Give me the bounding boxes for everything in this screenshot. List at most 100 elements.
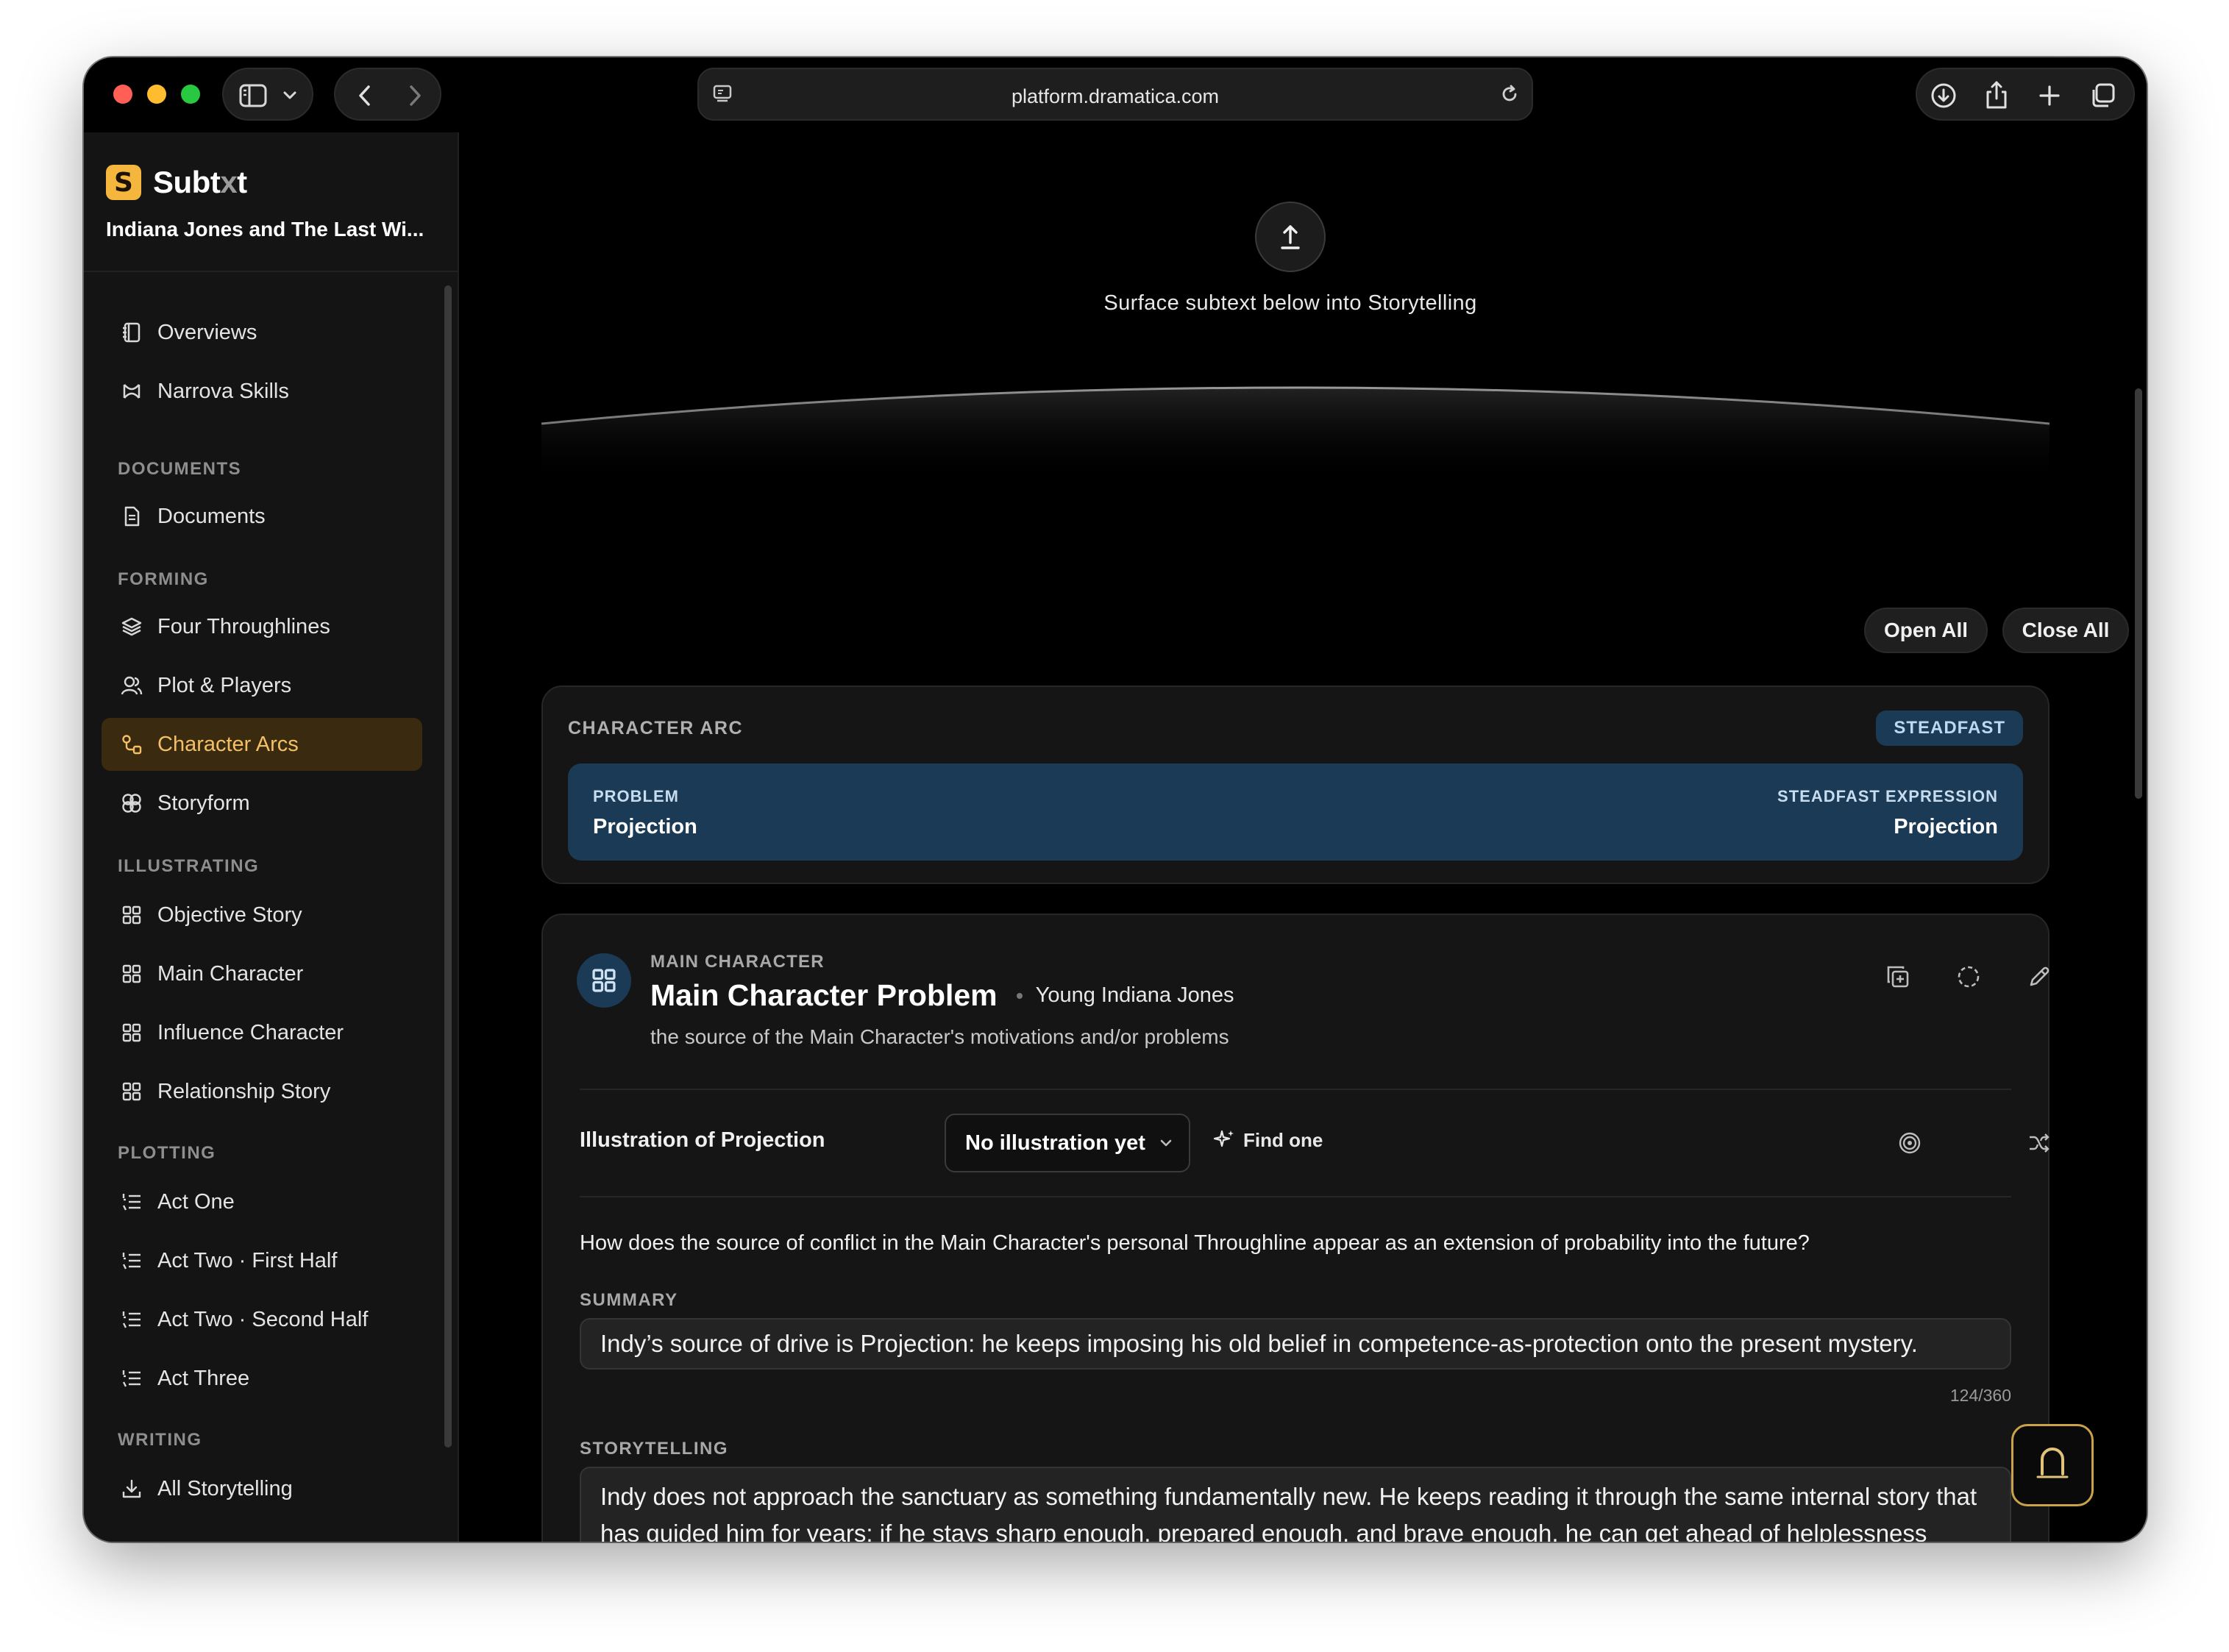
surface-subtext-button[interactable] <box>1255 202 1326 272</box>
summary-label: SUMMARY <box>580 1290 678 1310</box>
sidebar-item-act-two-second-half[interactable]: Act Two · Second Half <box>102 1293 422 1346</box>
new-tab-icon[interactable] <box>2035 81 2064 110</box>
browser-actions-group <box>1916 68 2135 121</box>
grid-icon <box>119 1079 144 1104</box>
skills-icon <box>119 379 144 404</box>
close-window-button[interactable] <box>113 85 132 104</box>
sidebar-item-label: Character Arcs <box>157 732 299 756</box>
sidebar-item-label: Act Three <box>157 1366 250 1390</box>
sidebar-item-four-throughlines[interactable]: Four Throughlines <box>102 600 422 653</box>
list-icon <box>119 1189 144 1214</box>
sidebar-item-narrova-skills[interactable]: Narrova Skills <box>102 365 422 418</box>
brand[interactable]: S Subtxt <box>106 165 247 200</box>
url-text: platform.dramatica.com <box>1011 85 1220 107</box>
browser-window: platform.dramatica.com S Subtxt Indiana … <box>84 57 2147 1542</box>
divider <box>580 1089 2011 1090</box>
steadfast-badge: STEADFAST <box>1876 711 2023 746</box>
tab-overview-icon[interactable] <box>2088 81 2117 110</box>
minimize-window-button[interactable] <box>147 85 166 104</box>
open-all-button[interactable]: Open All <box>1864 608 1988 653</box>
find-one-label: Find one <box>1243 1128 1323 1151</box>
sidebar-item-act-one[interactable]: Act One <box>102 1175 422 1228</box>
sidebar-item-relationship-story[interactable]: Relationship Story <box>102 1065 422 1118</box>
loading-circle-icon[interactable] <box>1954 962 1983 991</box>
illustration-select[interactable]: No illustration yet <box>945 1114 1190 1172</box>
sidebar-item-storyform[interactable]: Storyform <box>102 777 422 830</box>
sidebar-toggle-group[interactable] <box>222 68 313 121</box>
upload-icon <box>1281 225 1300 249</box>
sidebar-item-label: Objective Story <box>157 902 302 927</box>
download-icon <box>119 1476 144 1501</box>
back-icon[interactable] <box>352 82 378 109</box>
reload-icon[interactable] <box>1496 81 1523 107</box>
sidebar-item-influence-character[interactable]: Influence Character <box>102 1006 422 1059</box>
main-character-problem-title: Main Character Problem <box>650 978 998 1012</box>
sidebar-item-label: Documents <box>157 504 266 528</box>
card-description: the source of the Main Character's motiv… <box>650 1025 1229 1048</box>
summary-input[interactable]: Indy’s source of drive is Projection: he… <box>580 1318 2011 1370</box>
card-title: Main Character Problem Young Indiana Jon… <box>650 978 1234 1013</box>
grid-icon <box>577 953 631 1008</box>
address-bar[interactable]: platform.dramatica.com <box>697 68 1533 121</box>
guiding-question: How does the source of conflict in the M… <box>580 1231 1810 1255</box>
find-one-button[interactable]: Find one <box>1212 1128 1323 1152</box>
sidebar-scrollbar[interactable] <box>444 285 452 1448</box>
sidebar-item-label: Plot & Players <box>157 673 292 697</box>
sidebar-item-label: Relationship Story <box>157 1079 331 1103</box>
sidebar-item-overviews[interactable]: Overviews <box>102 306 422 359</box>
sidebar-item-character-arcs[interactable]: Character Arcs <box>102 718 422 771</box>
problem-label: PROBLEM <box>593 787 679 805</box>
edit-pencil-icon[interactable] <box>2024 962 2054 991</box>
sidebar-item-label: Four Throughlines <box>157 614 330 638</box>
illustration-label: Illustration of Projection <box>580 1128 825 1152</box>
problem-value: Projection <box>593 815 697 839</box>
layers-icon <box>119 614 144 639</box>
duplicate-icon[interactable] <box>1883 962 1913 991</box>
sidebar-item-act-two-first-half[interactable]: Act Two · First Half <box>102 1234 422 1287</box>
sidebar-item-documents[interactable]: Documents <box>102 490 422 543</box>
users-icon <box>119 673 144 698</box>
browser-toolbar: platform.dramatica.com <box>84 57 2147 132</box>
project-title[interactable]: Indiana Jones and The Last Wi... <box>106 218 424 241</box>
main-character-overline: MAIN CHARACTER <box>650 952 825 972</box>
main-scrollbar[interactable] <box>2135 388 2142 799</box>
section-forming: FORMING <box>118 569 209 589</box>
downloads-icon[interactable] <box>1929 81 1958 110</box>
section-illustrating: ILLUSTRATING <box>118 856 260 876</box>
sidebar-item-label: Overviews <box>157 320 257 344</box>
app-sidebar: S Subtxt Indiana Jones and The Last Wi..… <box>84 132 459 1542</box>
grid-icon <box>119 1020 144 1045</box>
chevron-down-icon[interactable] <box>281 87 299 104</box>
sidebar-divider <box>84 271 458 272</box>
upload-caption: Surface subtext below into Storytelling <box>1103 291 1477 315</box>
main-content: Surface subtext below into Storytelling … <box>461 132 2147 1542</box>
close-all-button[interactable]: Close All <box>2002 608 2129 653</box>
sidebar-item-act-three[interactable]: Act Three <box>102 1352 422 1405</box>
divider <box>580 1196 2011 1197</box>
steadfast-expression-value: Projection <box>1894 815 1998 839</box>
forward-icon[interactable] <box>402 82 428 109</box>
decorative-arc <box>541 386 2050 483</box>
list-icon <box>119 1248 144 1273</box>
storyform-icon <box>119 791 144 816</box>
share-icon[interactable] <box>1982 79 2011 110</box>
sidebar-toggle-icon[interactable] <box>238 82 268 109</box>
sidebar-item-plot-players[interactable]: Plot & Players <box>102 659 422 712</box>
sidebar-item-objective-story[interactable]: Objective Story <box>102 889 422 941</box>
sidebar-item-all-storytelling[interactable]: All Storytelling <box>102 1462 422 1515</box>
history-nav-group <box>334 68 441 121</box>
sidebar-item-main-character[interactable]: Main Character <box>102 947 422 1000</box>
steadfast-expression-label: STEADFAST EXPRESSION <box>1777 787 1998 805</box>
list-icon <box>119 1366 144 1391</box>
target-icon[interactable] <box>1895 1128 1924 1158</box>
summary-character-count: 124/360 <box>1949 1386 2011 1405</box>
list-icon <box>119 1307 144 1332</box>
sidebar-item-label: Act Two · Second Half <box>157 1307 369 1331</box>
sidebar-item-label: Narrova Skills <box>157 379 289 403</box>
narrova-assistant-button[interactable] <box>2011 1424 2094 1506</box>
sidebar-item-label: Main Character <box>157 961 304 986</box>
zoom-window-button[interactable] <box>181 85 200 104</box>
shuffle-icon[interactable] <box>2024 1128 2054 1158</box>
storytelling-textarea[interactable]: Indy does not approach the sanctuary as … <box>580 1467 2011 1542</box>
main-character-problem-card: MAIN CHARACTER Main Character Problem Yo… <box>541 914 2050 1542</box>
